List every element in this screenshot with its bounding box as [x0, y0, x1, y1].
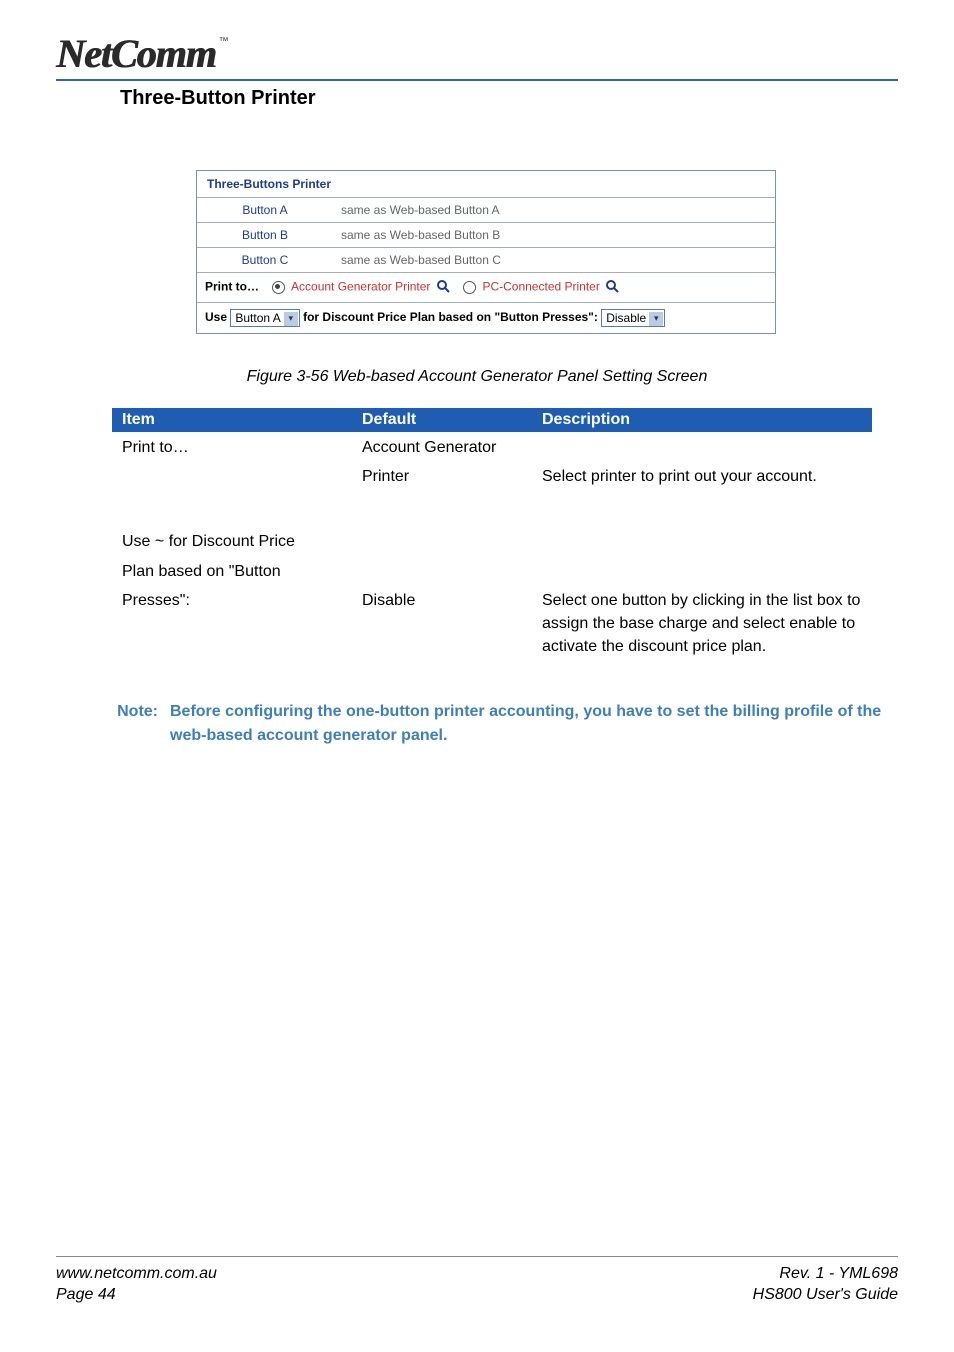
radio-pc-connected-label: PC-Connected Printer [482, 280, 599, 294]
brand-logo: NetComm ™ [56, 30, 898, 77]
cell-item: Use ~ for Discount Price [112, 526, 352, 555]
cell-default: Disable [352, 585, 532, 661]
logo-trademark: ™ [219, 36, 229, 47]
table-row: Print to… Account Generator [112, 432, 872, 461]
button-row-c: Button C same as Web-based Button C [197, 248, 775, 273]
table-row: Plan based on "Button [112, 556, 872, 585]
table-row: Printer Select printer to print out your… [112, 461, 872, 490]
col-header-default: Default [352, 408, 532, 432]
button-a-value: same as Web-based Button A [333, 198, 775, 223]
config-panel: Three-Buttons Printer Button A same as W… [196, 170, 776, 334]
table-row: Presses": Disable Select one button by c… [112, 585, 872, 661]
button-row-a: Button A same as Web-based Button A [197, 198, 775, 223]
cell-description: Select one button by clicking in the lis… [532, 585, 872, 661]
button-select-value: Button A [235, 311, 280, 325]
enable-select-dropdown[interactable]: Disable▾ [601, 309, 665, 327]
footer-url: www.netcomm.com.au [56, 1263, 217, 1285]
enable-select-value: Disable [606, 311, 646, 325]
note-body: Before configuring the one-button printe… [170, 700, 898, 746]
magnifier-icon[interactable] [436, 279, 450, 296]
table-row: Use ~ for Discount Price [112, 526, 872, 555]
cell-description: Select printer to print out your account… [532, 461, 872, 490]
button-c-label: Button C [197, 248, 333, 273]
radio-account-generator-label: Account Generator Printer [291, 280, 430, 294]
col-header-item: Item [112, 408, 352, 432]
button-c-value: same as Web-based Button C [333, 248, 775, 273]
note-label: Note: [86, 700, 170, 746]
description-table: Item Default Description Print to… Accou… [112, 408, 872, 660]
cell-item: Plan based on "Button [112, 556, 352, 585]
radio-account-generator[interactable] [272, 281, 285, 294]
footer-doc-title: HS800 User's Guide [753, 1284, 898, 1306]
button-a-label: Button A [197, 198, 333, 223]
footer-page-number: Page 44 [56, 1284, 116, 1306]
logo-text: NetComm [56, 30, 216, 77]
use-discount-row: Use Button A ▾ for Discount Price Plan ba… [197, 303, 775, 333]
button-select-dropdown[interactable]: Button A ▾ [230, 309, 299, 327]
cell-default: Account Generator [352, 432, 532, 461]
radio-pc-connected[interactable] [463, 281, 476, 294]
config-panel-title: Three-Buttons Printer [197, 171, 775, 198]
section-title: Three-Button Printer [120, 87, 898, 110]
cell-default: Printer [352, 461, 532, 490]
button-row-b: Button B same as Web-based Button B [197, 223, 775, 248]
print-to-label: Print to… [205, 280, 259, 294]
header-divider [56, 79, 898, 81]
button-b-label: Button B [197, 223, 333, 248]
button-b-value: same as Web-based Button B [333, 223, 775, 248]
use-middle-text: for Discount Price Plan based on "Button… [303, 310, 598, 324]
footer-revision: Rev. 1 - YML698 [779, 1263, 898, 1285]
chevron-down-icon: ▾ [284, 312, 298, 326]
figure-caption: Figure 3-56 Web-based Account Generator … [56, 368, 898, 386]
print-to-row: Print to… Account Generator Printer PC-C… [197, 273, 775, 303]
note-block: Note: Before configuring the one-button … [86, 700, 898, 746]
page-footer: www.netcomm.com.au Rev. 1 - YML698 Page … [56, 1256, 898, 1306]
cell-item: Presses": [112, 585, 352, 661]
use-prefix: Use [205, 310, 227, 324]
magnifier-icon[interactable] [605, 279, 619, 296]
col-header-description: Description [532, 408, 872, 432]
chevron-down-icon: ▾ [649, 312, 663, 326]
footer-divider [56, 1256, 898, 1257]
cell-item: Print to… [112, 432, 352, 461]
